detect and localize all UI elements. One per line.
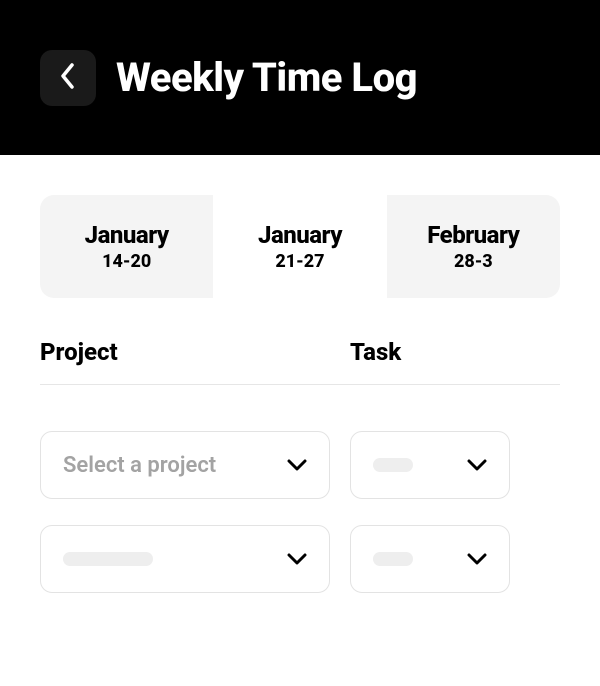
week-tabs: January 14-20 January 21-27 February 28-… bbox=[40, 195, 560, 298]
week-month: January bbox=[85, 221, 169, 249]
project-select-placeholder: Select a project bbox=[63, 453, 216, 478]
project-select[interactable] bbox=[40, 525, 330, 593]
task-select-placeholder bbox=[373, 458, 413, 472]
task-select-placeholder bbox=[373, 552, 413, 566]
project-select-placeholder bbox=[63, 552, 153, 566]
chevron-down-icon bbox=[287, 456, 307, 475]
chevron-down-icon bbox=[467, 550, 487, 569]
chevron-left-icon bbox=[60, 63, 76, 93]
week-tab-current[interactable]: January 21-27 bbox=[213, 195, 386, 298]
week-tab-next[interactable]: February 28-3 bbox=[387, 195, 560, 298]
chevron-down-icon bbox=[287, 550, 307, 569]
week-month: January bbox=[258, 221, 342, 249]
table-row bbox=[40, 525, 560, 593]
chevron-down-icon bbox=[467, 456, 487, 475]
week-range: 28-3 bbox=[454, 251, 493, 272]
rows: Select a project bbox=[40, 431, 560, 593]
week-range: 21-27 bbox=[275, 251, 324, 272]
columns-header: Project Task bbox=[40, 338, 560, 385]
content: January 14-20 January 21-27 February 28-… bbox=[0, 155, 600, 659]
page-title: Weekly Time Log bbox=[116, 54, 417, 101]
column-header-project: Project bbox=[40, 338, 330, 366]
week-month: February bbox=[427, 221, 519, 249]
app-header: Weekly Time Log bbox=[0, 0, 600, 155]
week-range: 14-20 bbox=[102, 251, 151, 272]
week-tab-prev[interactable]: January 14-20 bbox=[40, 195, 213, 298]
column-header-task: Task bbox=[350, 338, 401, 366]
back-button[interactable] bbox=[40, 50, 96, 106]
project-select[interactable]: Select a project bbox=[40, 431, 330, 499]
task-select[interactable] bbox=[350, 525, 510, 593]
task-select[interactable] bbox=[350, 431, 510, 499]
table-row: Select a project bbox=[40, 431, 560, 499]
